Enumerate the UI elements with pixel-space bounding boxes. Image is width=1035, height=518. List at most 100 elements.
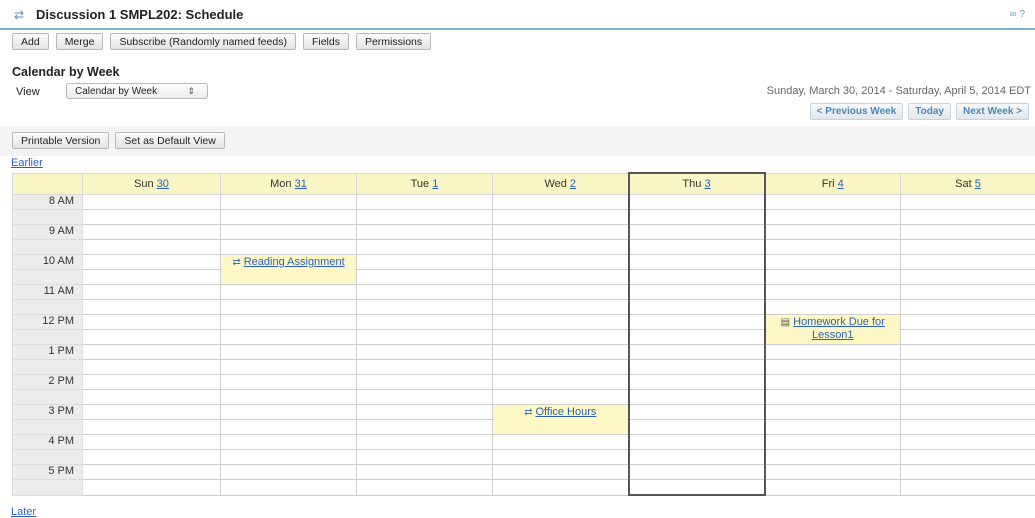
- slot[interactable]: [83, 225, 221, 240]
- slot[interactable]: [901, 450, 1035, 465]
- slot[interactable]: [221, 315, 357, 330]
- slot[interactable]: [629, 330, 765, 345]
- slot[interactable]: [83, 330, 221, 345]
- slot[interactable]: [901, 210, 1035, 225]
- slot[interactable]: [901, 480, 1035, 496]
- slot[interactable]: [493, 480, 629, 496]
- slot[interactable]: [357, 450, 493, 465]
- slot[interactable]: [629, 240, 765, 255]
- permissions-button[interactable]: Permissions: [356, 33, 431, 50]
- slot[interactable]: [357, 375, 493, 390]
- slot[interactable]: [629, 390, 765, 405]
- slot[interactable]: [83, 390, 221, 405]
- slot[interactable]: [83, 270, 221, 285]
- slot[interactable]: [765, 345, 901, 360]
- slot[interactable]: [901, 225, 1035, 240]
- merge-button[interactable]: Merge: [56, 33, 104, 50]
- slot[interactable]: [901, 300, 1035, 315]
- slot[interactable]: [357, 285, 493, 300]
- slot[interactable]: [493, 240, 629, 255]
- slot[interactable]: [901, 420, 1035, 435]
- slot[interactable]: [765, 450, 901, 465]
- slot[interactable]: [83, 315, 221, 330]
- slot[interactable]: [629, 270, 765, 285]
- slot[interactable]: [83, 405, 221, 420]
- slot[interactable]: [357, 195, 493, 210]
- slot[interactable]: [629, 255, 765, 270]
- slot[interactable]: [357, 225, 493, 240]
- slot[interactable]: [493, 330, 629, 345]
- slot[interactable]: [493, 450, 629, 465]
- slot[interactable]: [629, 345, 765, 360]
- event-reading-assignment[interactable]: ⇄Reading Assignment: [222, 256, 355, 284]
- slot[interactable]: [629, 405, 765, 420]
- day-link-sat[interactable]: 5: [975, 178, 981, 190]
- slot[interactable]: [765, 225, 901, 240]
- day-link-mon[interactable]: 31: [295, 178, 307, 190]
- slot[interactable]: [901, 375, 1035, 390]
- slot[interactable]: [493, 225, 629, 240]
- slot[interactable]: [629, 435, 765, 450]
- slot[interactable]: [83, 195, 221, 210]
- slot[interactable]: [901, 255, 1035, 270]
- slot[interactable]: [493, 285, 629, 300]
- slot[interactable]: [765, 375, 901, 390]
- slot[interactable]: [221, 195, 357, 210]
- slot[interactable]: [221, 330, 357, 345]
- slot[interactable]: [357, 315, 493, 330]
- slot[interactable]: [765, 435, 901, 450]
- slot[interactable]: [765, 255, 901, 270]
- slot[interactable]: [83, 420, 221, 435]
- slot[interactable]: [901, 270, 1035, 285]
- slot[interactable]: [83, 285, 221, 300]
- slot[interactable]: [765, 210, 901, 225]
- slot[interactable]: [221, 420, 357, 435]
- event-link[interactable]: Office Hours: [535, 406, 596, 418]
- slot[interactable]: [221, 465, 357, 480]
- slot[interactable]: ▤Homework Due for Lesson1: [765, 315, 901, 330]
- event-office-hours[interactable]: ⇄Office Hours: [494, 406, 627, 434]
- slot[interactable]: [493, 210, 629, 225]
- slot[interactable]: [493, 270, 629, 285]
- slot[interactable]: [221, 405, 357, 420]
- slot[interactable]: [765, 360, 901, 375]
- slot[interactable]: [901, 330, 1035, 345]
- event-link[interactable]: Reading Assignment: [244, 256, 345, 268]
- slot[interactable]: [221, 450, 357, 465]
- later-link[interactable]: Later: [11, 506, 36, 518]
- slot[interactable]: [221, 480, 357, 496]
- slot[interactable]: [629, 300, 765, 315]
- slot[interactable]: [357, 345, 493, 360]
- slot[interactable]: [221, 285, 357, 300]
- slot[interactable]: [221, 300, 357, 315]
- slot[interactable]: [629, 360, 765, 375]
- slot[interactable]: [83, 210, 221, 225]
- view-select[interactable]: Calendar by Week ⇕: [66, 83, 208, 99]
- slot[interactable]: [83, 300, 221, 315]
- day-link-tue[interactable]: 1: [432, 178, 438, 190]
- day-link-sun[interactable]: 30: [157, 178, 169, 190]
- slot[interactable]: [83, 345, 221, 360]
- slot[interactable]: [493, 300, 629, 315]
- slot[interactable]: [83, 360, 221, 375]
- slot[interactable]: [629, 285, 765, 300]
- slot[interactable]: ⇄Reading Assignment: [221, 255, 357, 270]
- slot[interactable]: [901, 195, 1035, 210]
- day-link-wed[interactable]: 2: [570, 178, 576, 190]
- slot[interactable]: [493, 375, 629, 390]
- slot[interactable]: [493, 390, 629, 405]
- slot[interactable]: [221, 435, 357, 450]
- slot[interactable]: [493, 435, 629, 450]
- slot[interactable]: [629, 465, 765, 480]
- fields-button[interactable]: Fields: [303, 33, 349, 50]
- subscribe-button[interactable]: Subscribe (Randomly named feeds): [110, 33, 296, 50]
- slot[interactable]: [357, 360, 493, 375]
- event-homework-due[interactable]: ▤Homework Due for Lesson1: [767, 316, 900, 344]
- slot[interactable]: [629, 375, 765, 390]
- slot[interactable]: [83, 480, 221, 496]
- slot[interactable]: [901, 315, 1035, 330]
- slot[interactable]: [221, 210, 357, 225]
- slot[interactable]: [765, 300, 901, 315]
- slot[interactable]: [221, 345, 357, 360]
- slot[interactable]: [493, 195, 629, 210]
